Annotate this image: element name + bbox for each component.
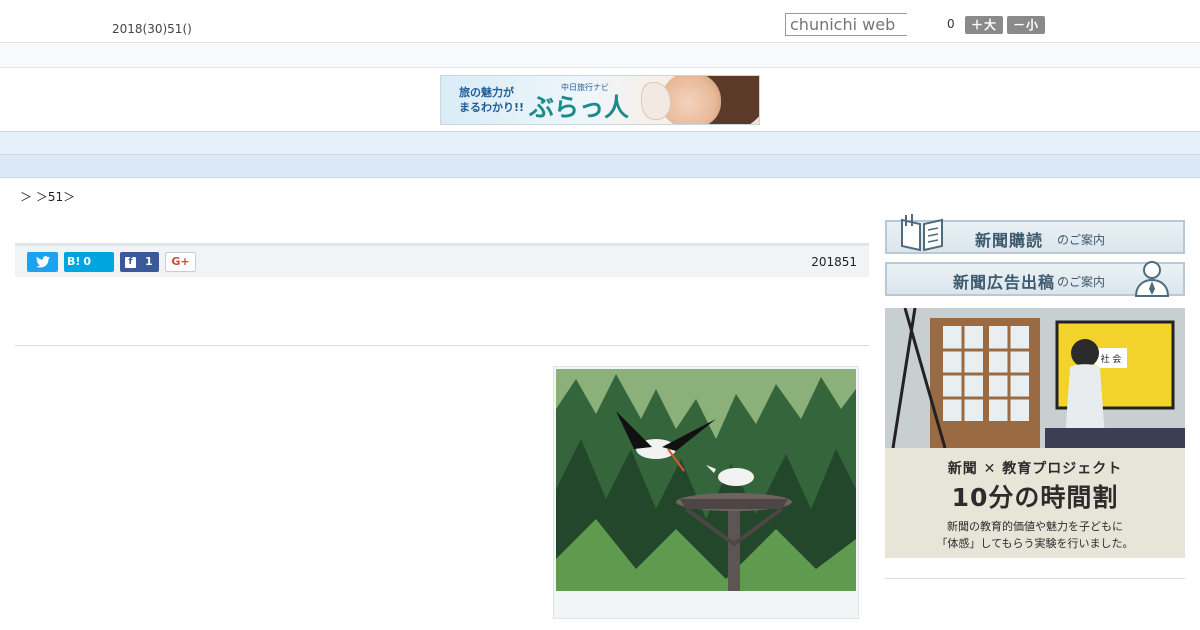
font-size-increase-button[interactable]: ＋大 <box>965 16 1003 34</box>
header-date: 2018(30)51() <box>112 22 192 36</box>
hatena-bookmark-button[interactable]: B! 0 <box>64 252 114 272</box>
subscription-sub-label: のご案内 <box>1057 233 1106 247</box>
nav-item[interactable] <box>418 136 444 155</box>
twitter-share-button[interactable] <box>27 252 58 272</box>
counter-value: 0 <box>947 17 955 31</box>
nav-item[interactable] <box>578 136 604 155</box>
hatena-count: 0 <box>83 255 92 268</box>
promo-description-line2: 「体感」してもらう実験を行いました。 <box>936 537 1134 550</box>
book-icon <box>901 214 943 252</box>
hatena-label: B! <box>67 255 81 268</box>
advertising-sub-label: のご案内 <box>1057 275 1106 289</box>
classroom-illustration: 社 会 <box>885 308 1185 449</box>
promo-heading: 新聞 ✕ 教育プロジェクト <box>947 461 1123 477</box>
subscription-main-label: 新聞購読 <box>975 231 1044 250</box>
facebook-icon: f <box>125 256 136 268</box>
banner-tagline: 旅の魅力が まるわかり!! <box>459 85 524 115</box>
nav-item[interactable] <box>338 136 364 155</box>
facebook-share-button[interactable]: f1 <box>120 252 159 272</box>
banner-tagline-line2: まるわかり!! <box>459 101 525 114</box>
top-bar: 2018(30)51() 0 ＋大 －小 <box>0 0 1200 43</box>
nav-item[interactable] <box>658 136 684 155</box>
nav-item[interactable] <box>738 136 764 155</box>
sidebar-divider <box>885 578 1185 579</box>
share-bar: B! 0 f1 G+ 201851 <box>15 243 869 277</box>
education-project-ad[interactable]: 社 会 新聞 ✕ 教育プロジェクト 10分の時間割 新聞の教育的価値や魅力を子ど… <box>885 308 1185 558</box>
nav-item[interactable] <box>498 136 524 155</box>
article-photo[interactable] <box>553 366 859 619</box>
advertising-main-label: 新聞広告出稿 <box>953 273 1056 292</box>
publish-date: 201851 <box>811 255 857 269</box>
promo-title: 10分の時間割 <box>951 483 1119 512</box>
nav-item[interactable] <box>258 136 284 155</box>
breadcrumb: ＞ ＞51＞ <box>20 190 76 204</box>
font-size-decrease-button[interactable]: －小 <box>1007 16 1045 34</box>
promo-description-line1: 新聞の教育的価値や魅力を子どもに <box>947 520 1123 533</box>
banner-brand: ぶらっ人 <box>529 93 630 122</box>
banner-tagline-line1: 旅の魅力が <box>459 86 514 99</box>
nav-item[interactable] <box>178 136 204 155</box>
screen-label: 社 会 <box>1101 353 1122 365</box>
google-plus-share-button[interactable]: G+ <box>165 252 196 272</box>
travel-banner-ad[interactable]: 旅の魅力が まるわかり!! 中日旅行ナビ ぶらっ人 <box>440 75 760 125</box>
businessman-icon <box>1134 261 1170 297</box>
sub-nav <box>0 155 1200 178</box>
twitter-bird-icon <box>35 256 50 268</box>
content-divider <box>15 345 869 346</box>
stork-nest-photo <box>556 369 856 591</box>
main-nav <box>0 131 1200 155</box>
facebook-count: 1 <box>145 255 153 268</box>
nav-item[interactable] <box>818 136 844 155</box>
seashell-icon <box>641 82 671 120</box>
header-strip <box>0 44 1200 68</box>
search-input[interactable] <box>785 13 907 36</box>
promo-description: 新聞の教育的価値や魅力を子どもに 「体感」してもらう実験を行いました。 <box>885 518 1185 552</box>
classroom-photo: 社 会 <box>885 308 1185 449</box>
